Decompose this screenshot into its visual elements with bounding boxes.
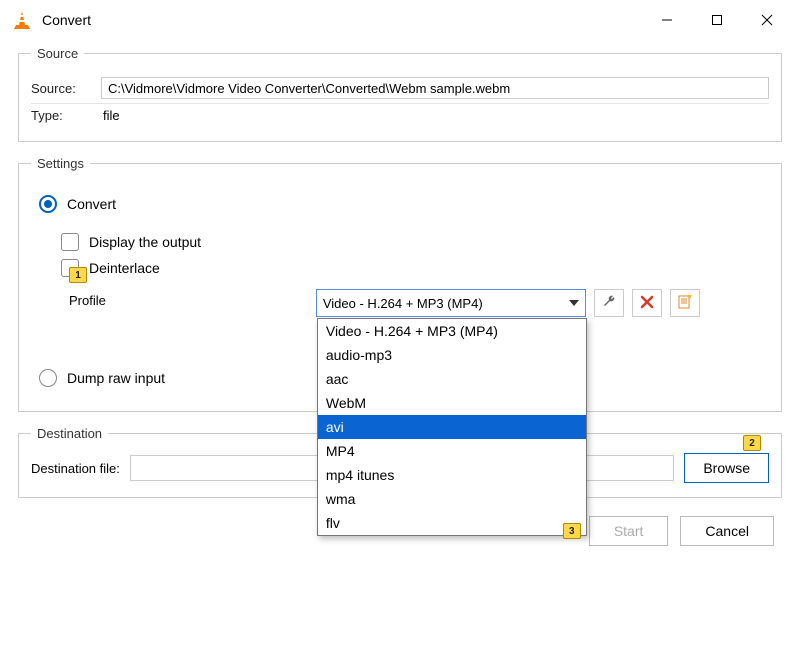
new-profile-icon (677, 294, 693, 313)
browse-button[interactable]: Browse (684, 453, 769, 483)
deinterlace-label: Deinterlace (89, 260, 160, 276)
cancel-button-label: Cancel (705, 523, 749, 539)
start-button[interactable]: Start (589, 516, 669, 546)
profile-combobox[interactable]: Video - H.264 + MP3 (MP4) Video - H.264 … (316, 289, 586, 317)
display-output-checkbox[interactable]: Display the output (39, 233, 761, 251)
profile-option[interactable]: flv (318, 511, 586, 535)
profile-dropdown-list: Video - H.264 + MP3 (MP4) audio-mp3 aac … (317, 318, 587, 536)
destination-legend: Destination (31, 426, 108, 441)
profile-option[interactable]: Video - H.264 + MP3 (MP4) (318, 319, 586, 343)
maximize-button[interactable] (692, 0, 742, 40)
minimize-button[interactable] (642, 0, 692, 40)
convert-radio-label: Convert (67, 196, 116, 212)
profile-option[interactable]: mp4 itunes (318, 463, 586, 487)
settings-group: Settings Convert Display the output Dein… (18, 156, 782, 412)
deinterlace-checkbox[interactable]: Deinterlace (39, 259, 761, 277)
profile-option[interactable]: WebM (318, 391, 586, 415)
profile-option[interactable]: audio-mp3 (318, 343, 586, 367)
profile-option[interactable]: aac (318, 367, 586, 391)
profile-option[interactable]: MP4 (318, 439, 586, 463)
convert-radio[interactable]: Convert (39, 195, 761, 213)
annotation-3: 3 (563, 523, 581, 539)
source-path-label: Source: (31, 81, 101, 96)
vlc-cone-icon (12, 10, 32, 30)
wrench-icon (601, 294, 617, 313)
display-output-label: Display the output (89, 234, 201, 250)
profile-edit-button[interactable] (594, 289, 624, 317)
titlebar: Convert (0, 0, 800, 40)
source-legend: Source (31, 46, 84, 61)
browse-button-label: Browse (703, 460, 750, 476)
window-title: Convert (42, 12, 91, 28)
start-button-label: Start (614, 523, 644, 539)
profile-label: Profile (69, 293, 106, 308)
annotation-2: 2 (743, 435, 761, 451)
cancel-button[interactable]: Cancel (680, 516, 774, 546)
source-path-input[interactable] (101, 77, 769, 99)
close-button[interactable] (742, 0, 792, 40)
source-group: Source Source: Type: file (18, 46, 782, 142)
profile-option[interactable]: wma (318, 487, 586, 511)
checkbox-unchecked-icon (61, 233, 79, 251)
radio-unselected-icon (39, 369, 57, 387)
profile-option-selected[interactable]: avi (318, 415, 586, 439)
dump-raw-label: Dump raw input (67, 370, 165, 386)
x-icon (639, 294, 655, 313)
destination-file-label: Destination file: (31, 461, 120, 476)
source-type-label: Type: (31, 108, 101, 123)
settings-legend: Settings (31, 156, 90, 171)
source-type-value: file (101, 108, 120, 123)
annotation-1: 1 (69, 267, 87, 283)
profile-selected-value: Video - H.264 + MP3 (MP4) (323, 296, 483, 311)
profile-delete-button[interactable] (632, 289, 662, 317)
profile-new-button[interactable] (670, 289, 700, 317)
radio-selected-icon (39, 195, 57, 213)
chevron-down-icon (569, 300, 579, 306)
